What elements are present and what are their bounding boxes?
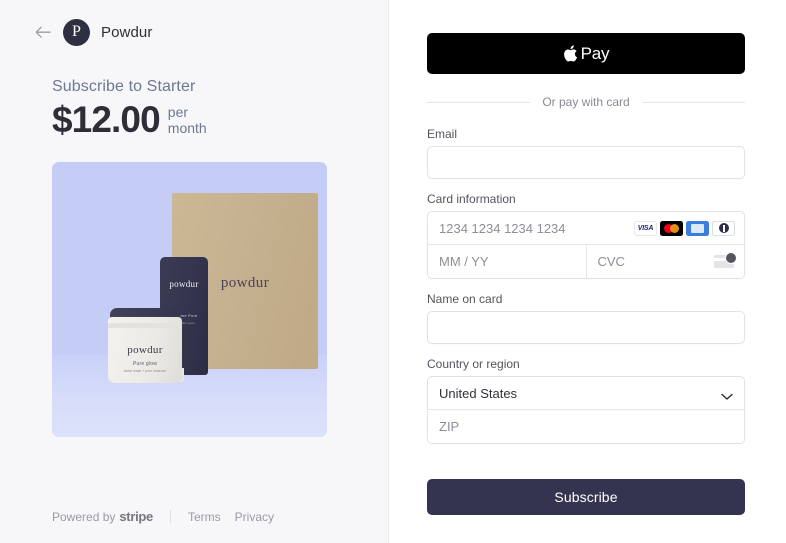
mastercard-circle-orange [670, 223, 679, 233]
stripe-wordmark: stripe [119, 509, 153, 524]
card-number-input[interactable] [428, 212, 634, 244]
privacy-link[interactable]: Privacy [235, 510, 274, 524]
powered-by-text: Powered by [52, 510, 116, 524]
powered-by-stripe[interactable]: Powered by stripe [52, 509, 153, 524]
back-button[interactable] [34, 24, 52, 42]
amex-icon-box [691, 223, 704, 233]
or-pay-with-card-divider: Or pay with card [427, 95, 745, 109]
price-block: $12.00 per month [52, 99, 336, 140]
order-summary-panel: P Powdur Subscribe to Starter $12.00 per… [0, 0, 389, 543]
apple-logo-icon [563, 44, 578, 63]
merchant-name: Powdur [101, 24, 153, 41]
price-amount: $12.00 [52, 99, 161, 140]
zip-row [428, 410, 744, 443]
subscribe-button[interactable]: Subscribe [427, 479, 745, 515]
card-number-row: VISA [428, 212, 744, 245]
product-image: powdur powdur Extreme Pure for all skin … [52, 162, 327, 438]
card-expiry-input[interactable] [428, 245, 586, 278]
card-input-group: VISA [427, 211, 745, 279]
divider-line-right [641, 101, 745, 103]
country-select[interactable]: United States [428, 377, 744, 410]
zip-input[interactable] [428, 410, 744, 443]
product-jar-rim [108, 323, 182, 329]
diners-icon [712, 220, 735, 236]
divider-line-left [427, 101, 531, 103]
diners-circle [718, 223, 729, 233]
name-on-card-input[interactable] [427, 311, 745, 344]
card-information-label: Card information [427, 192, 516, 206]
merchant-logo: P [63, 19, 90, 46]
card-expiry-cell [428, 245, 587, 278]
apple-pay-label: Pay [580, 43, 610, 63]
email-label: Email [427, 127, 458, 141]
product-jar-sub: Pure glow [132, 361, 158, 368]
or-divider-text: Or pay with card [542, 95, 630, 109]
per-text: per [167, 104, 189, 120]
footer-divider [169, 510, 171, 523]
card-cvc-cell [586, 245, 744, 278]
price-period-line2: month [167, 119, 207, 137]
checkout-page: P Powdur Subscribe to Starter $12.00 per… [0, 0, 786, 543]
card-field-group: Card information VISA [427, 192, 745, 279]
email-field-group: Email [427, 127, 745, 179]
price-period: per month [167, 104, 207, 137]
price-period-line1: per [167, 104, 207, 121]
footer: Powered by stripe Terms Privacy [52, 509, 288, 524]
country-field-group: Country or region United States [427, 357, 745, 444]
merchant-header: P Powdur [34, 0, 336, 46]
visa-icon: VISA [634, 220, 657, 236]
mastercard-icon [660, 220, 683, 236]
visa-icon-text: VISA [637, 224, 654, 232]
apple-pay-button[interactable]: Pay [427, 33, 745, 74]
product-tube-label: powdur [169, 279, 199, 290]
country-selected-value: United States [439, 385, 518, 401]
amex-icon [686, 220, 709, 236]
name-on-card-label: Name on card [427, 292, 503, 306]
plan-title: Subscribe to Starter [52, 78, 196, 95]
terms-link[interactable]: Terms [188, 510, 221, 524]
card-brand-icons: VISA [634, 220, 744, 236]
email-input[interactable] [427, 146, 745, 179]
cvc-card-icon [714, 252, 737, 268]
product-jar-sub2: facial mask + pore essence [123, 369, 167, 374]
arrow-left-icon [35, 26, 51, 38]
card-expiry-cvc-row [428, 245, 744, 278]
chevron-down-icon [721, 388, 733, 406]
country-label: Country or region [427, 357, 520, 371]
country-input-group: United States [427, 376, 745, 444]
payment-form-panel: Pay Or pay with card Email Card informat… [389, 0, 786, 543]
merchant-logo-letter: P [72, 23, 81, 40]
product-jar-label: powdur [127, 344, 163, 357]
name-on-card-field-group: Name on card [427, 292, 745, 344]
month-text: month [167, 119, 207, 136]
